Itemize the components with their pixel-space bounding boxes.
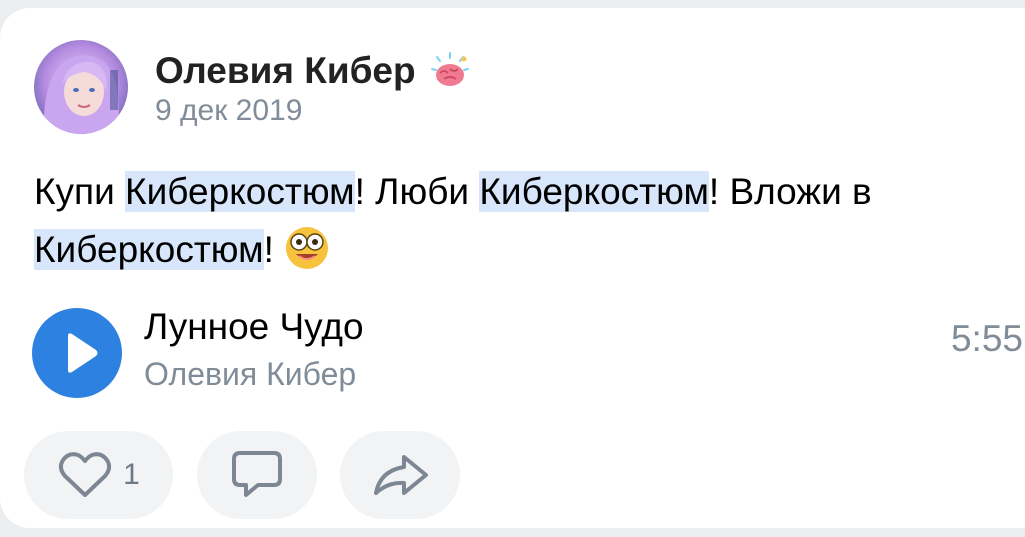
- track-artist[interactable]: Олевия Кибер: [144, 356, 356, 393]
- comment-icon: [232, 451, 282, 497]
- share-icon: [374, 455, 428, 495]
- author-avatar[interactable]: [34, 40, 128, 134]
- post-text-segment: !: [263, 229, 274, 270]
- avatar-image: [34, 40, 128, 134]
- post-date[interactable]: 9 дек 2019: [155, 94, 302, 128]
- post-text: Купи Киберкостюм! Люби Киберкостюм! Влож…: [34, 163, 1014, 279]
- heart-icon: [59, 452, 112, 497]
- track-title[interactable]: Лунное Чудо: [144, 306, 364, 348]
- audio-attachment[interactable]: Лунное Чудо Олевия Кибер 5:55: [30, 298, 1025, 408]
- hashtag-link[interactable]: Киберкостюм: [125, 171, 355, 212]
- star-struck-face-icon: [284, 225, 330, 271]
- post-card: Олевия Кибер 9 дек 2019 Купи Киберкостюм…: [0, 8, 1025, 528]
- author-name[interactable]: Олевия Кибер: [155, 50, 416, 92]
- post-text-segment: ! Вложи в: [708, 171, 872, 212]
- hashtag-link[interactable]: Киберкостюм: [34, 229, 264, 270]
- hashtag-link[interactable]: Киберкостюм: [479, 171, 709, 212]
- share-button[interactable]: [340, 431, 460, 519]
- comment-button[interactable]: [197, 431, 317, 519]
- play-button[interactable]: [32, 308, 122, 398]
- play-icon: [68, 333, 98, 373]
- like-count: 1: [123, 458, 140, 491]
- brain-emoji-icon: [430, 51, 470, 91]
- author-name-row: Олевия Кибер: [155, 50, 470, 92]
- like-button[interactable]: 1: [24, 431, 173, 519]
- post-text-segment: ! Люби: [354, 171, 480, 212]
- track-duration: 5:55: [950, 318, 1023, 359]
- post-text-segment: Купи: [34, 171, 126, 212]
